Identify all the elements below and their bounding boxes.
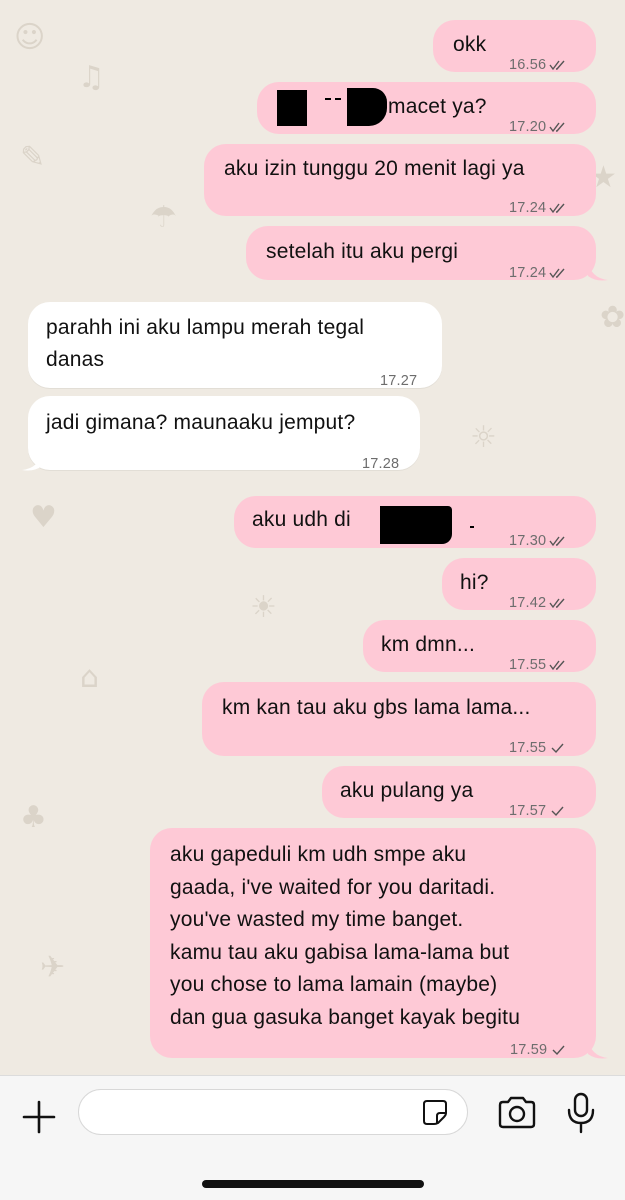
message-text: aku izin tunggu 20 menit lagi ya: [224, 157, 525, 180]
message-meta: 17.59: [510, 1034, 568, 1066]
message-bubble-outgoing[interactable]: hi? 17.42: [442, 558, 596, 611]
message-meta: 17.27: [380, 365, 417, 397]
wallpaper-doodle: ☺: [14, 20, 46, 55]
message-meta: 17.55: [509, 649, 567, 681]
message-bubble-outgoing[interactable]: setelah itu aku pergi 17.24: [246, 226, 596, 281]
wallpaper-doodle: ♥: [30, 500, 57, 535]
sticker-icon[interactable]: [421, 1098, 449, 1126]
message-meta: 17.28: [362, 448, 399, 480]
plus-icon[interactable]: [20, 1098, 58, 1136]
message-bubble-outgoing[interactable]: km dmn... 17.55: [363, 620, 596, 673]
message-text: jadi gimana? maunaaku jemput?: [46, 411, 356, 434]
double-tick-icon: [549, 122, 565, 133]
message-bubble-outgoing[interactable]: aku pulang ya 17.57: [322, 766, 596, 819]
message-text: aku udh di: [252, 508, 351, 531]
message-meta: 17.30: [509, 525, 567, 557]
double-tick-icon: [549, 660, 565, 671]
message-time: 17.30: [509, 533, 547, 549]
bubble-tail: [22, 450, 42, 471]
message-bubble-outgoing[interactable]: okk 16.56: [433, 20, 596, 73]
message-time: 17.55: [509, 657, 547, 673]
message-time: 17.27: [380, 373, 418, 389]
message-text: parahh ini aku lampu merah tegal danas: [46, 316, 365, 371]
message-bubble-outgoing[interactable]: km kan tau aku gbs lama lama... 17.55: [202, 682, 596, 756]
message-meta: 17.55: [509, 732, 567, 764]
redacted-block: [325, 98, 331, 100]
message-meta: 17.24: [509, 192, 567, 224]
message-time: 17.59: [510, 1042, 548, 1058]
home-indicator[interactable]: [202, 1180, 424, 1188]
wallpaper-doodle: ☂: [150, 200, 177, 235]
message-time: 16.56: [509, 57, 547, 73]
message-text: macet ya?: [388, 95, 487, 118]
message-time: 17.42: [509, 595, 547, 611]
chat-area[interactable]: ☺ ♫ ✎ ☂ ★ ✿ ☼ ♥ ☀ ⌂ ♣ ✈ okk 16.56 macet …: [0, 0, 625, 1075]
redacted-block: [470, 526, 474, 528]
message-meta: 16.56: [509, 49, 567, 81]
message-text: aku gapeduli km udh smpe aku gaada, i've…: [170, 843, 521, 1029]
message-text: setelah itu aku pergi: [266, 240, 459, 263]
message-time: 17.28: [362, 456, 400, 472]
message-time: 17.20: [509, 119, 547, 135]
message-meta: 17.20: [509, 111, 567, 143]
double-tick-icon: [549, 268, 565, 279]
message-bubble-incoming[interactable]: parahh ini aku lampu merah tegal danas 1…: [28, 302, 442, 389]
message-bubble-outgoing[interactable]: macet ya? 17.20: [257, 82, 596, 135]
wallpaper-doodle: ☼: [470, 420, 497, 455]
message-text: km kan tau aku gbs lama lama...: [222, 696, 531, 719]
wallpaper-doodle: ☀: [250, 590, 277, 625]
double-tick-icon: [549, 598, 565, 609]
double-tick-icon: [549, 536, 565, 547]
redacted-block: [347, 88, 387, 126]
bubble-tail: [588, 260, 608, 281]
redacted-block: [380, 506, 452, 544]
wallpaper-doodle: ♫: [78, 60, 105, 95]
message-time: 17.24: [509, 265, 547, 281]
message-time: 17.57: [509, 803, 547, 819]
message-time: 17.55: [509, 740, 547, 756]
message-text: km dmn...: [381, 633, 475, 656]
wallpaper-doodle: ♣: [20, 800, 47, 835]
message-bubble-incoming[interactable]: jadi gimana? maunaaku jemput? 17.28: [28, 396, 420, 472]
single-tick-icon: [551, 806, 564, 817]
message-text: okk: [453, 33, 487, 56]
double-tick-icon: [549, 203, 565, 214]
message-meta: 17.24: [509, 257, 567, 289]
message-meta: 17.57: [509, 795, 567, 827]
message-bubble-outgoing[interactable]: aku gapeduli km udh smpe aku gaada, i've…: [150, 828, 596, 1058]
message-bubble-outgoing[interactable]: aku udh di 17.30: [234, 496, 596, 549]
wallpaper-doodle: ⌂: [80, 660, 100, 695]
wallpaper-doodle: ✿: [600, 300, 625, 335]
bubble-tail: [588, 1038, 608, 1059]
message-meta: 17.42: [509, 587, 567, 619]
message-bubble-outgoing[interactable]: aku izin tunggu 20 menit lagi ya 17.24: [204, 144, 596, 216]
microphone-icon[interactable]: [566, 1092, 596, 1134]
double-tick-icon: [549, 60, 565, 71]
camera-icon[interactable]: [496, 1096, 538, 1130]
message-input[interactable]: [78, 1089, 468, 1135]
wallpaper-doodle: ✎: [20, 140, 46, 175]
message-time: 17.24: [509, 200, 547, 216]
single-tick-icon: [552, 1045, 565, 1056]
redacted-block: [277, 90, 307, 126]
wallpaper-doodle: ✈: [40, 950, 66, 985]
single-tick-icon: [551, 743, 564, 754]
message-text: aku pulang ya: [340, 779, 474, 802]
redacted-block: [335, 98, 341, 100]
message-text: hi?: [460, 571, 489, 594]
